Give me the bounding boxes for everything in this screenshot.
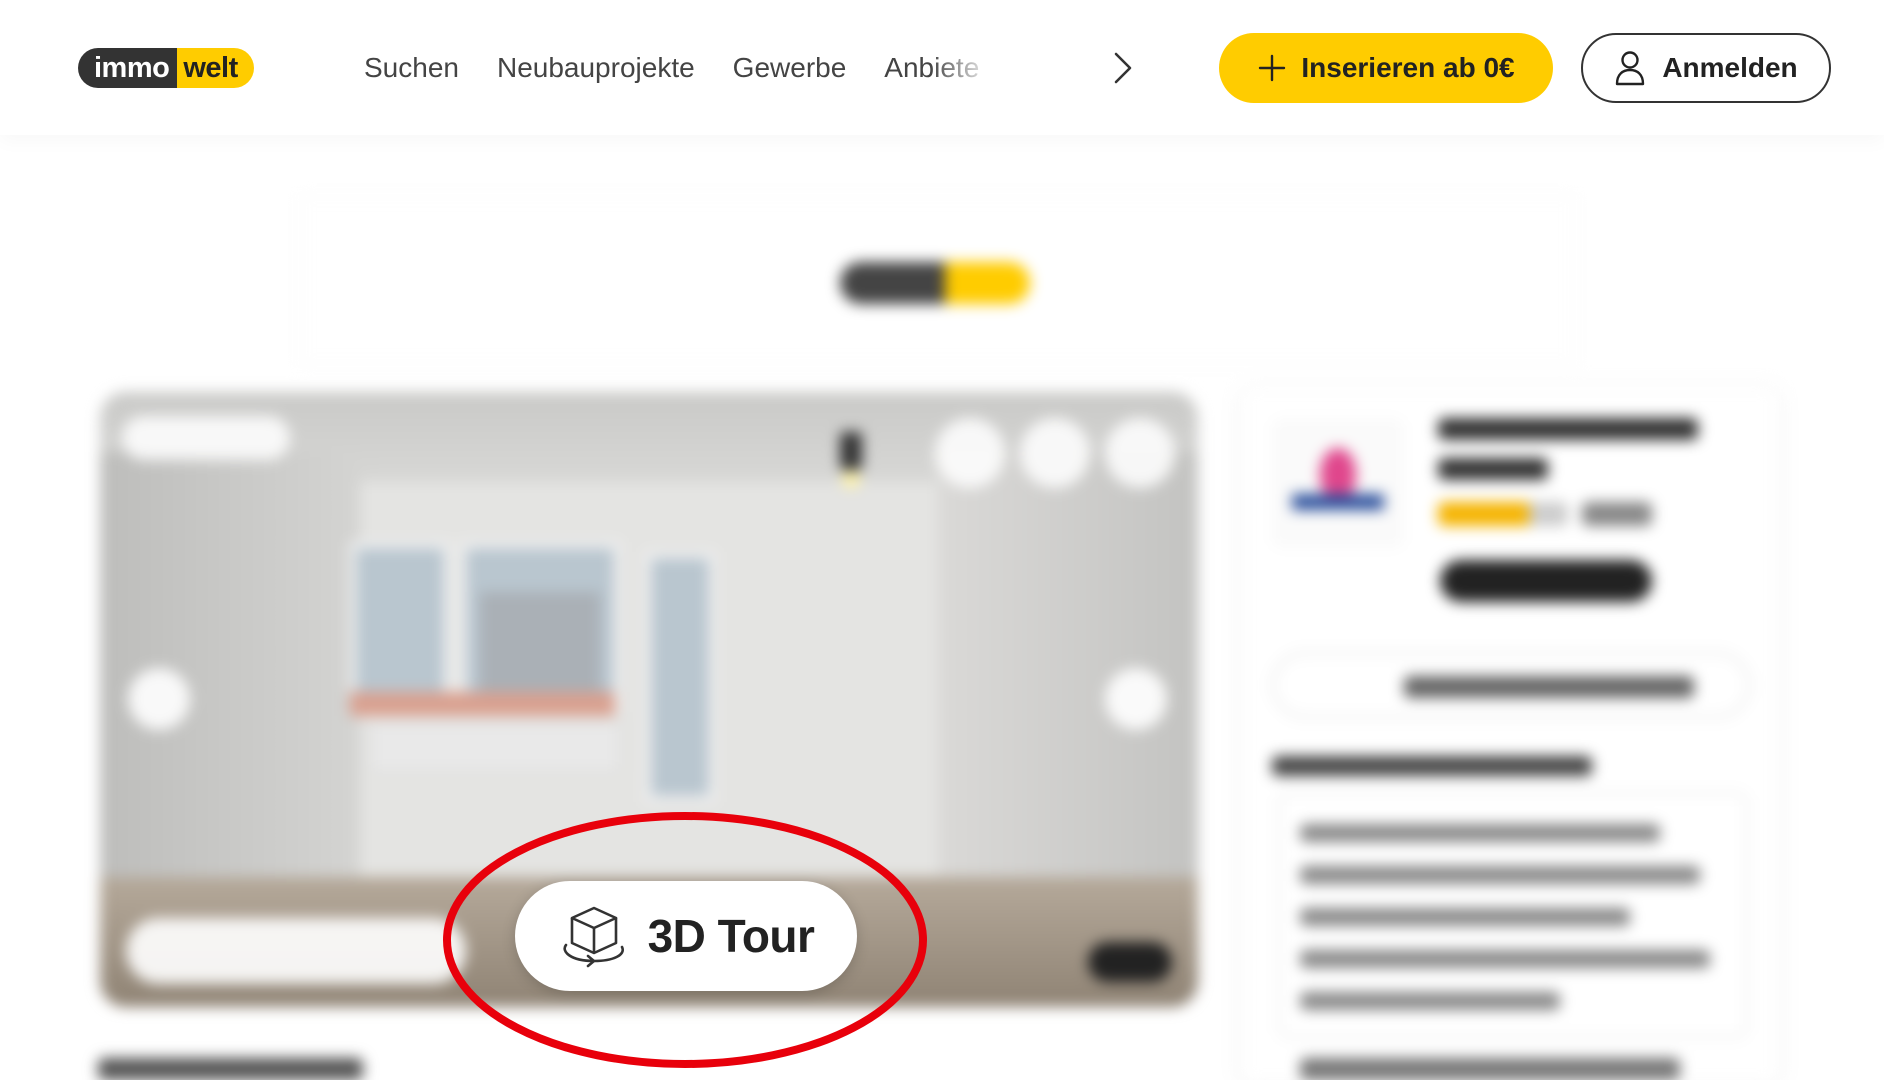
agent-profile-button[interactable] — [1440, 560, 1652, 602]
3d-tour-button[interactable]: 3D Tour — [515, 881, 857, 991]
insert-listing-button[interactable]: Inserieren ab 0€ — [1219, 33, 1553, 103]
show-phone-button[interactable] — [1272, 652, 1750, 718]
nav-fade — [930, 44, 1020, 92]
login-button[interactable]: Anmelden — [1581, 33, 1831, 103]
3d-tour-label: 3D Tour — [647, 910, 815, 962]
page: immo welt Suchen Neubauprojekte Gewerbe … — [0, 0, 1884, 1080]
gallery-action-button[interactable] — [1020, 418, 1090, 488]
agent-rating — [1438, 502, 1568, 526]
logo-welt: welt — [177, 48, 254, 88]
agent-name — [1438, 418, 1728, 508]
plus-icon — [1259, 54, 1286, 82]
gallery-badge — [122, 416, 290, 460]
all-pictures-button[interactable] — [126, 918, 466, 984]
logo-immo: immo — [78, 48, 178, 88]
nav-item-suchen[interactable]: Suchen — [364, 52, 459, 84]
listing-subtitle — [98, 1058, 363, 1080]
gallery-next-button[interactable] — [1105, 668, 1167, 730]
user-icon — [1616, 51, 1645, 86]
gallery-action-button[interactable] — [1105, 418, 1175, 488]
gallery-prev-button[interactable] — [128, 668, 190, 730]
insert-listing-label: Inserieren ab 0€ — [1301, 52, 1515, 83]
gallery-counter — [1088, 942, 1172, 982]
sidebar-text — [1300, 1058, 1680, 1080]
ad-banner-logo — [840, 262, 1030, 304]
message-textarea[interactable] — [1278, 792, 1748, 1038]
cube-360-icon — [563, 906, 624, 968]
agent-logo — [1272, 418, 1404, 548]
site-header: immo welt Suchen Neubauprojekte Gewerbe … — [0, 0, 1884, 135]
main-nav: Suchen Neubauprojekte Gewerbe Anbiete — [364, 48, 1014, 88]
chevron-right-icon — [1114, 52, 1132, 84]
gallery-action-button[interactable] — [935, 418, 1005, 488]
agent-rating-value — [1582, 502, 1652, 526]
immowelt-logo[interactable]: immo welt — [78, 48, 254, 88]
login-label: Anmelden — [1662, 52, 1798, 83]
nav-item-gewerbe[interactable]: Gewerbe — [733, 52, 847, 84]
message-label — [1272, 756, 1592, 776]
nav-next-button[interactable] — [1105, 50, 1141, 86]
nav-item-neubauprojekte[interactable]: Neubauprojekte — [497, 52, 695, 84]
